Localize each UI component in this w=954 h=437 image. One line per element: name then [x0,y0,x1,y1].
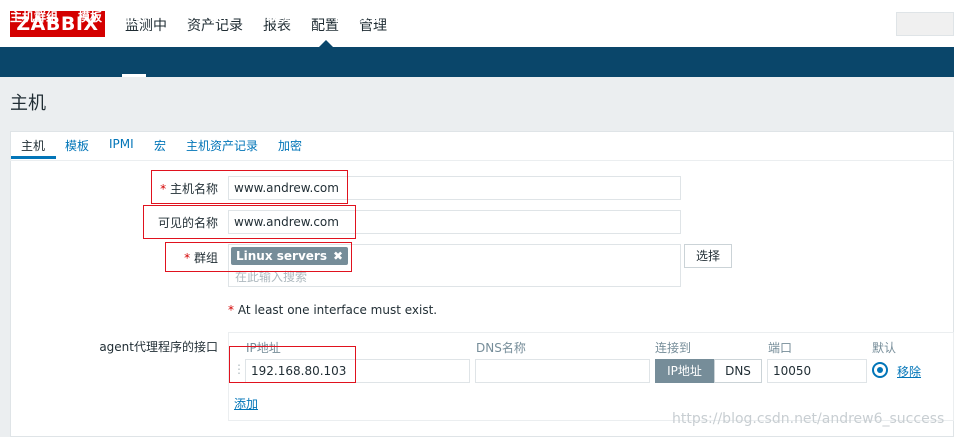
connect-dns-button[interactable]: DNS [714,359,762,383]
page-title: 主机 [10,93,46,114]
default-interface-radio[interactable] [872,362,888,378]
select-groups-button[interactable]: 选择 [684,244,732,268]
submenu-correlation[interactable]: 关联项事件 [254,8,314,25]
highlight-box-groups [165,242,352,272]
global-search-input[interactable] [896,12,954,36]
column-default: 默认 [872,341,897,355]
tab-templates[interactable]: 模板 [65,137,89,154]
tab-bar [10,131,954,161]
submenu-maintenance[interactable]: 维护 [166,8,190,25]
submenu-active-underline [122,74,146,77]
tab-active-underline [11,156,56,159]
submenu-hosts[interactable]: 主机 [122,8,146,25]
submenu-host-groups[interactable]: 主机群组 [10,8,58,25]
interface-dns-input[interactable] [475,359,650,383]
column-port: 端口 [768,341,793,355]
sub-menu-bar [0,47,954,77]
column-dns-name: DNS名称 [476,341,526,355]
watermark: https://blog.csdn.net/andrew6_success [672,411,945,427]
interface-port-input[interactable]: 10050 [767,359,867,383]
remove-interface-link[interactable]: 移除 [897,363,921,380]
highlight-box-ip [229,346,356,383]
submenu-templates[interactable]: 模板 [78,8,102,25]
submenu-discovery[interactable]: 自动发现 [334,8,382,25]
tab-ipmi[interactable]: IPMI [109,137,134,151]
agent-interfaces-label: agent代理程序的接口 [99,340,218,354]
submenu-actions[interactable]: 动作 [210,8,234,25]
tab-inventory[interactable]: 主机资产记录 [186,137,258,154]
warning-text: At least one interface must exist. [237,303,438,317]
add-interface-link[interactable]: 添加 [234,395,258,412]
column-connect-to: 连接到 [655,341,692,355]
warning-mark: * [228,303,234,317]
highlight-box-visible-name [143,205,356,239]
submenu-services[interactable]: 服务 [402,8,426,25]
highlight-box-host-name [151,170,348,204]
active-menu-arrow-icon [319,40,333,47]
radio-selected-dot [877,367,883,373]
interface-warning: * At least one interface must exist. [228,303,437,317]
connect-ip-button[interactable]: IP地址 [655,359,714,383]
tab-macros[interactable]: 宏 [154,137,166,154]
tab-host[interactable]: 主机 [21,137,45,154]
tab-encryption[interactable]: 加密 [278,137,302,154]
